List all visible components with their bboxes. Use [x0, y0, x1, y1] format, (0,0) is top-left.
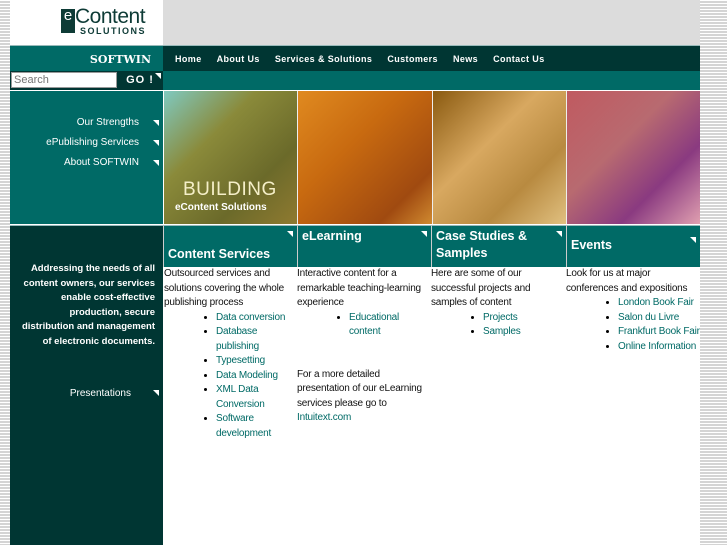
hero-title: BUILDING: [183, 179, 277, 200]
right-border-pattern: [700, 0, 727, 545]
go-label: GO !: [126, 74, 154, 86]
hero-subtitle: eContent Solutions: [175, 202, 267, 213]
link-salon-du-livre[interactable]: Salon du Livre: [618, 311, 700, 326]
arrow-icon: [556, 231, 562, 237]
column-title: Events: [571, 238, 612, 252]
events-column: Look for us at major conferences and exp…: [565, 267, 701, 354]
column-intro: Here are some of our successful projects…: [431, 268, 531, 308]
case-studies-column: Here are some of our successful projects…: [430, 267, 566, 340]
link-typesetting[interactable]: Typesetting: [216, 354, 296, 369]
link-samples[interactable]: Samples: [483, 325, 565, 340]
search-bar: GO !: [10, 71, 163, 90]
column-intro: Outsourced services and solutions coveri…: [164, 268, 285, 308]
nav-news[interactable]: News: [453, 54, 478, 64]
link-educational-content[interactable]: Educational content: [349, 311, 429, 340]
main-nav: Home About Us Services & Solutions Custo…: [163, 45, 700, 71]
header-banner: [163, 0, 700, 45]
arrow-icon: [153, 120, 159, 126]
arrow-icon: [153, 140, 159, 146]
menu-our-strengths[interactable]: Our Strengths: [77, 117, 139, 128]
elearning-header[interactable]: eLearning: [297, 225, 431, 267]
link-projects[interactable]: Projects: [483, 311, 565, 326]
corner-arrow-icon: [155, 73, 161, 79]
link-database-publishing[interactable]: Database publishing: [216, 325, 296, 354]
arrow-icon: [287, 231, 293, 237]
logo-mark: e: [61, 8, 75, 33]
column-title: eLearning: [302, 229, 362, 243]
arrow-icon: [153, 390, 159, 396]
column-title: Case Studies & Samples: [436, 229, 528, 260]
link-frankfurt-book-fair[interactable]: Frankfurt Book Fair: [618, 325, 700, 340]
softwin-brand[interactable]: SOFTWIN: [10, 45, 163, 71]
menu-epublishing[interactable]: ePublishing Services: [46, 137, 139, 148]
arrow-icon: [153, 160, 159, 166]
left-menu: Our Strengths ePublishing Services About…: [10, 91, 163, 224]
nav-services[interactable]: Services & Solutions: [275, 54, 373, 64]
case-studies-header[interactable]: Case Studies & Samples: [431, 225, 566, 267]
link-london-book-fair[interactable]: London Book Fair: [618, 296, 700, 311]
intuitext-link[interactable]: Intuitext.com: [297, 412, 351, 423]
column-intro: Look for us at major conferences and exp…: [566, 268, 688, 294]
nav-contact[interactable]: Contact Us: [493, 54, 545, 64]
arrow-icon: [421, 231, 427, 237]
econtent-logo[interactable]: e Content SOLUTIONS: [10, 0, 163, 45]
subnav-bar: [163, 71, 700, 90]
nav-customers[interactable]: Customers: [387, 54, 438, 64]
link-software-development[interactable]: Software development: [216, 412, 296, 441]
sidebar-text: Addressing the needs of all content owne…: [21, 263, 155, 347]
column-title: Content Services: [168, 247, 271, 261]
nav-about-us[interactable]: About Us: [217, 54, 260, 64]
link-data-conversion[interactable]: Data conversion: [216, 311, 296, 326]
search-input[interactable]: [11, 72, 117, 88]
link-data-modeling[interactable]: Data Modeling: [216, 369, 296, 384]
elearning-more-text: For a more detailed presentation of our …: [297, 368, 422, 409]
arrow-icon: [690, 237, 696, 243]
go-button[interactable]: GO !: [118, 72, 162, 89]
link-xml-conversion[interactable]: XML Data Conversion: [216, 383, 296, 412]
content-services-column: Outsourced services and solutions coveri…: [163, 267, 297, 441]
column-intro: Interactive content for a remarkable tea…: [297, 268, 421, 308]
presentations-link[interactable]: Presentations: [70, 388, 131, 399]
nav-home[interactable]: Home: [175, 54, 202, 64]
left-border-pattern: [0, 0, 10, 545]
link-online-information[interactable]: Online Information: [618, 340, 700, 355]
events-header[interactable]: Events: [566, 225, 700, 267]
content-services-header[interactable]: Content Services: [163, 225, 297, 267]
elearning-column: Interactive content for a remarkable tea…: [296, 267, 430, 426]
menu-about-softwin[interactable]: About SOFTWIN: [64, 157, 139, 168]
sidebar: Addressing the needs of all content owne…: [10, 225, 163, 545]
logo-subtext: SOLUTIONS: [80, 26, 147, 36]
